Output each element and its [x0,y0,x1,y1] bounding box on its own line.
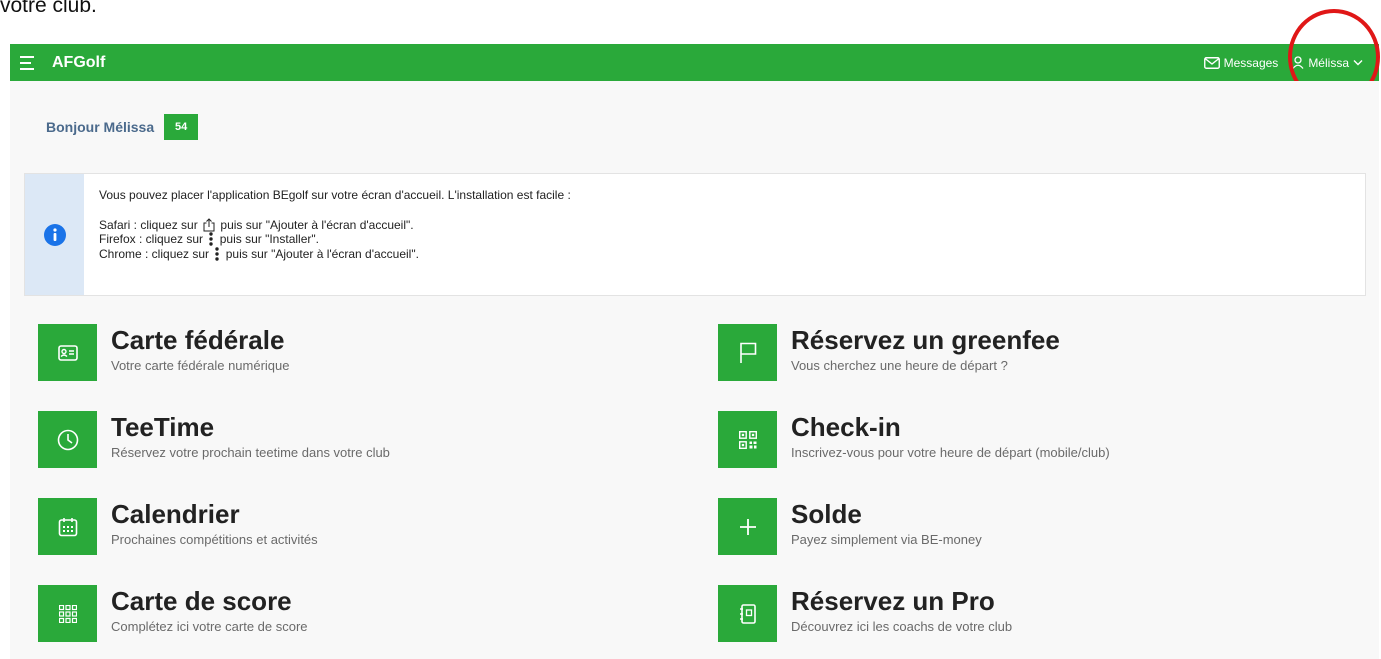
tile-title: Solde [791,499,862,529]
tile-check-in[interactable]: Check-in Inscrivez-vous pour votre heure … [718,411,1110,468]
tile-subtitle: Vous cherchez une heure de départ ? [791,358,1008,373]
alert-icon-panel [25,174,84,295]
main-content: Bonjour Mélissa 54 Vous pouvez placer l'… [10,81,1379,659]
tile-teetime[interactable]: TeeTime Réservez votre prochain teetime d… [38,411,390,468]
tile-title: TeeTime [111,412,215,442]
chrome-suffix: puis sur "Ajouter à l'écran d'accueil". [225,246,419,261]
tile-subtitle: Prochaines compétitions et activités [111,532,318,547]
tile-title: Calendrier [111,499,240,529]
install-info-alert: Vous pouvez placer l'application BEgolf … [24,173,1366,296]
tile-title: Carte de score [111,586,292,616]
tile-title: Check-in [791,412,901,442]
tile-carte-federale[interactable]: Carte fédérale Votre carte fédérale numér… [38,324,290,381]
tile-subtitle: Complétez ici votre carte de score [111,619,308,634]
greeting-text: Bonjour Mélissa [46,119,155,135]
handicap-badge: 54 [164,114,199,140]
share-icon [203,217,215,231]
tile-reservez-greenfee[interactable]: Réservez un greenfee Vous cherchez une he… [718,324,1060,381]
document-text-fragment: votre club. [0,0,97,17]
tile-solde[interactable]: Solde Payez simplement via BE-money [718,498,982,555]
safari-suffix: puis sur "Ajouter à l'écran d'accueil". [220,217,414,232]
clock-icon [38,411,97,468]
top-navbar: AFGolf Messages Mélissa [10,44,1379,81]
messages-label: Messages [1223,55,1279,70]
tile-subtitle: Réservez votre prochain teetime dans vot… [111,445,390,460]
greeting: Bonjour Mélissa 54 [46,114,199,140]
tile-title: Réservez un greenfee [791,325,1060,355]
calendar-icon [38,498,97,555]
firefox-prefix: Firefox : cliquez sur [99,232,204,246]
envelope-icon [1203,56,1220,69]
tile-subtitle: Payez simplement via BE-money [791,532,982,547]
tile-subtitle: Inscrivez-vous pour votre heure de dépar… [791,445,1110,460]
safari-prefix: Safari : cliquez sur [99,217,198,232]
chrome-prefix: Chrome : cliquez sur [99,246,210,261]
alert-body: Vous pouvez placer l'application BEgolf … [84,174,571,295]
app-title[interactable]: AFGolf [52,54,105,72]
qr-code-icon [718,411,777,468]
flag-icon [718,324,777,381]
chrome-instruction: Chrome : cliquez sur puis sur "Ajouter à… [99,247,571,262]
info-icon [43,223,66,246]
hamburger-menu-icon[interactable] [20,55,42,70]
alert-intro: Vous pouvez placer l'application BEgolf … [99,188,571,202]
tile-subtitle: Découvrez ici les coachs de votre club [791,619,1013,634]
tile-title: Carte fédérale [111,325,285,355]
notebook-icon [718,585,777,642]
kebab-menu-icon [215,246,220,261]
grid-icon [38,585,97,642]
tile-subtitle: Votre carte fédérale numérique [111,358,290,373]
plus-icon [718,498,777,555]
firefox-suffix: puis sur "Installer". [219,232,319,246]
tile-reservez-pro[interactable]: Réservez un Pro Découvrez ici les coachs … [718,585,1012,642]
id-card-icon [38,324,97,381]
kebab-menu-icon [209,232,214,246]
tile-title: Réservez un Pro [791,586,995,616]
tile-calendrier[interactable]: Calendrier Prochaines compétitions et act… [38,498,318,555]
firefox-instruction: Firefox : cliquez sur puis sur "Installe… [99,232,571,247]
messages-link[interactable]: Messages [1203,55,1279,70]
tile-carte-de-score[interactable]: Carte de score Complétez ici votre carte … [38,585,308,642]
safari-instruction: Safari : cliquez sur puis sur "Ajouter à… [99,218,571,233]
